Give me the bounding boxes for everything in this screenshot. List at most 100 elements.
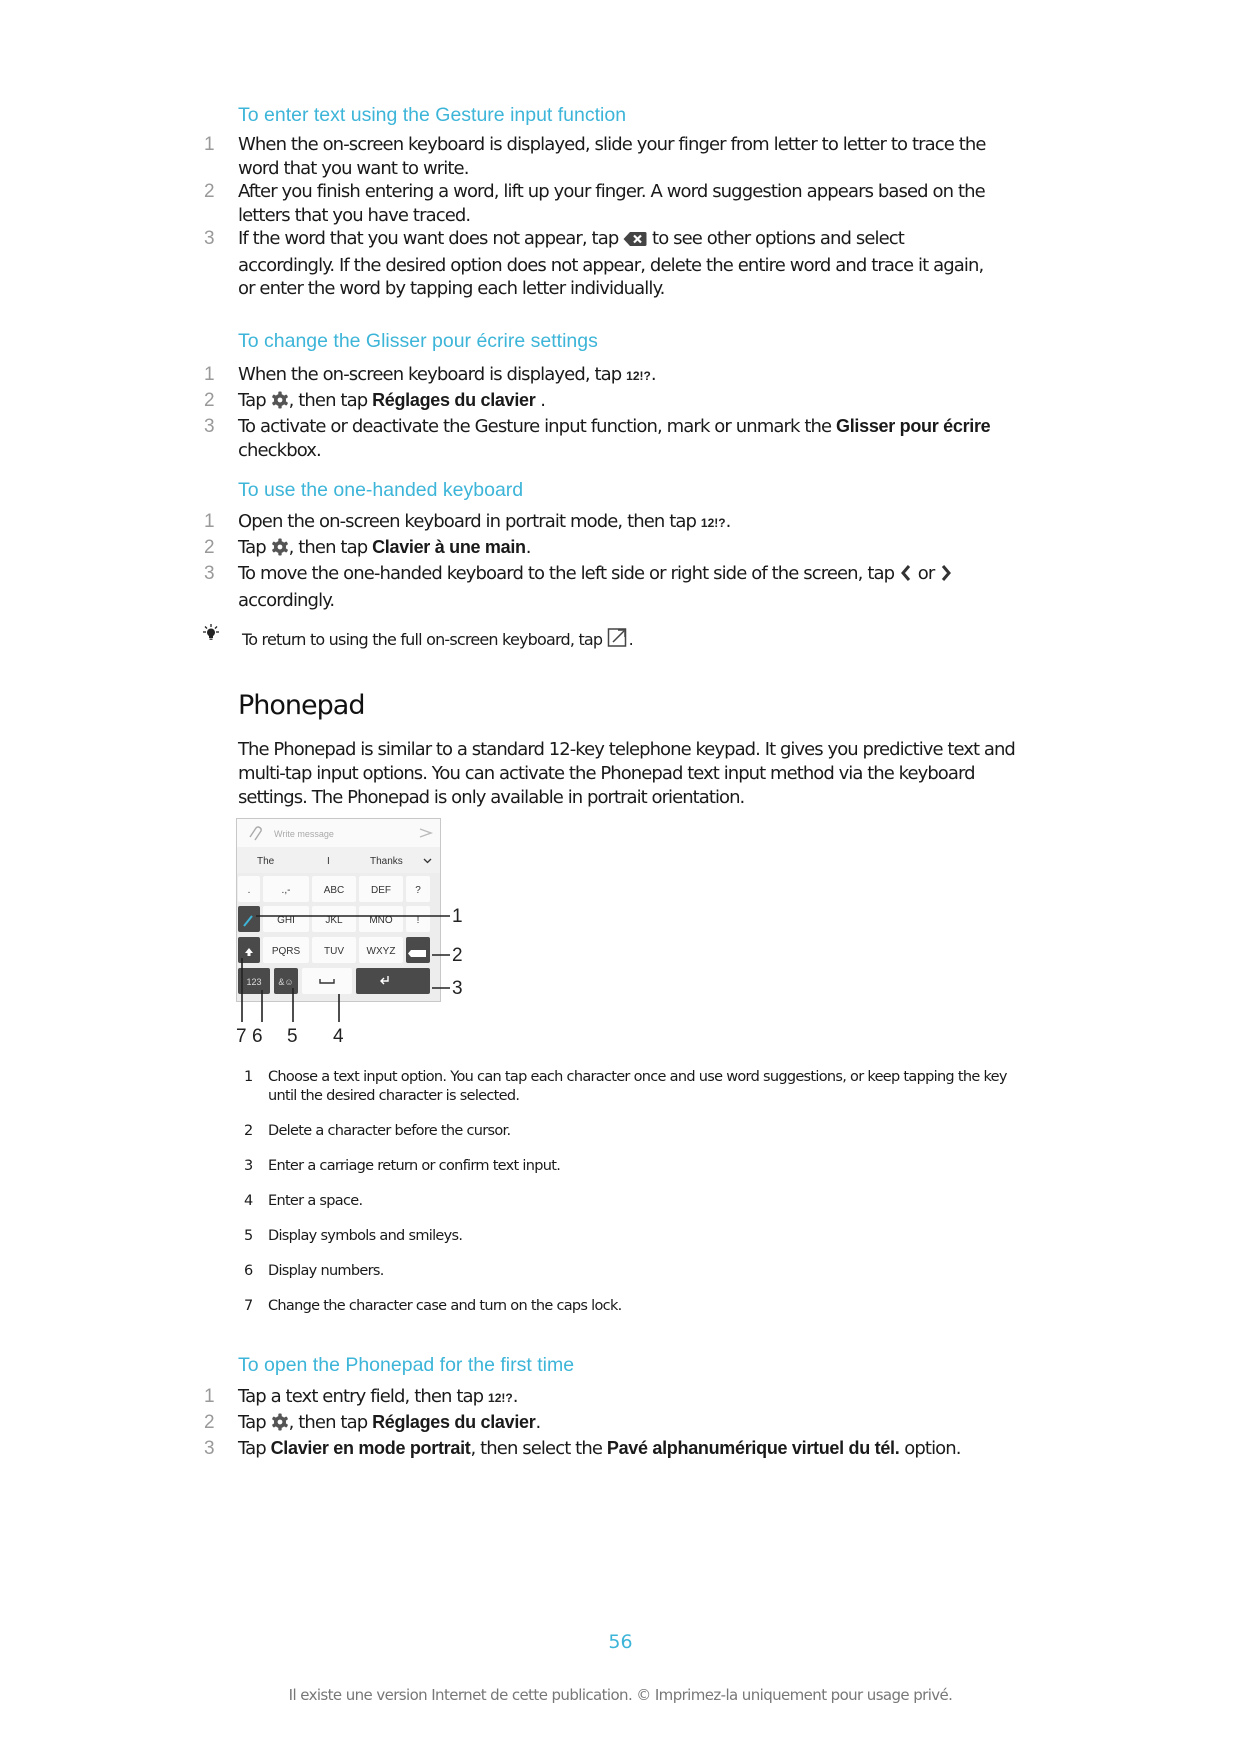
- symbols-key-label: 12!?: [626, 369, 651, 383]
- legend-item: 2 Delete a character before the cursor.: [240, 1122, 1030, 1141]
- key-label: DEF: [371, 885, 391, 896]
- key-label: .,-: [282, 885, 291, 896]
- legend-text: Display numbers.: [268, 1263, 384, 1279]
- keyboard-key: [302, 968, 352, 994]
- step-item: 1 When the on-screen keyboard is display…: [200, 133, 1000, 180]
- step-text: Tap: [238, 536, 267, 558]
- legend-text: Enter a space.: [268, 1193, 363, 1209]
- figure-legend: 1 Choose a text input option. You can tap…: [240, 1068, 1030, 1332]
- section-title-phonepad: Phonepad: [238, 690, 365, 721]
- step-text: After you finish entering a word, lift u…: [238, 181, 986, 226]
- step-text: If the word that you want does not appea…: [238, 228, 619, 249]
- menu-option-clavier-a-une-main: Clavier à une main: [372, 536, 526, 557]
- phonepad-keyboard-figure: Write message The I Thanks . .,- ABC DEF? GH…: [236, 818, 476, 1048]
- page-number: 56: [608, 1631, 633, 1653]
- step-text: or: [917, 563, 936, 584]
- step-number: 3: [204, 1438, 215, 1459]
- step-text: , then select the: [470, 1438, 603, 1459]
- manual-page: To enter text using the Gesture input fu…: [0, 0, 1241, 1754]
- step-number: 1: [204, 1386, 215, 1407]
- step-text: .: [650, 364, 657, 385]
- step-text: Open the on-screen keyboard in portrait …: [238, 511, 697, 532]
- step-item: 1 When the on-screen keyboard is display…: [200, 363, 1000, 389]
- legend-item: 3 Enter a carriage return or confirm text…: [240, 1157, 1030, 1176]
- legend-number: 7: [244, 1298, 253, 1314]
- tip-text-pre: To return to using the full on-screen ke…: [242, 630, 603, 649]
- callout-number: 1: [452, 906, 463, 927]
- step-text: Tap: [238, 1438, 267, 1459]
- step-number: 1: [204, 364, 215, 385]
- phonepad-description: The Phonepad is similar to a standard 12…: [238, 739, 1016, 808]
- legend-item: 4 Enter a space.: [240, 1192, 1030, 1211]
- legend-text: Display symbols and smileys.: [268, 1228, 463, 1244]
- page-footer: Il existe une version Internet de cette …: [288, 1686, 953, 1704]
- callout-number: 6: [252, 1026, 263, 1047]
- step-text: .: [512, 1386, 519, 1407]
- backspace-icon: [623, 230, 647, 254]
- key-label: TUV: [324, 946, 344, 957]
- steps-one-handed: 1 Open the on-screen keyboard in portrai…: [200, 510, 1000, 612]
- legend-text: Choose a text input option. You can tap …: [268, 1069, 1007, 1104]
- step-item: 3 To activate or deactivate the Gesture …: [200, 415, 1000, 462]
- step-item: 3 To move the one-handed keyboard to the…: [200, 562, 1000, 612]
- steps-gesture-input: 1 When the on-screen keyboard is display…: [200, 133, 1000, 301]
- callout-number: 7: [236, 1026, 247, 1047]
- expand-icon: [607, 626, 629, 652]
- keyboard-key: [356, 968, 430, 994]
- step-item: 2 Tap , then tap Clavier à une main.: [200, 536, 1000, 563]
- step-item: 3 If the word that you want does not app…: [200, 227, 1000, 301]
- checkbox-label-glisser-pour-ecrire: Glisser pour écrire: [836, 416, 991, 436]
- step-item: 2 After you finish entering a word, lift…: [200, 180, 1000, 227]
- step-text: To move the one-handed keyboard to the l…: [238, 563, 895, 584]
- step-item: 3 Tap Clavier en mode portrait, then sel…: [200, 1437, 1000, 1461]
- step-text: When the on-screen keyboard is displayed…: [238, 134, 986, 179]
- step-number: 2: [204, 389, 215, 411]
- callout-number: 2: [452, 945, 463, 966]
- chevron-right-icon: [939, 564, 953, 589]
- callout-number: 5: [287, 1026, 298, 1047]
- section-heading-one-handed: To use the one-handed keyboard: [238, 479, 524, 501]
- legend-text: Change the character case and turn on th…: [268, 1298, 622, 1314]
- suggestion-word: I: [327, 856, 330, 867]
- backspace-icon: [408, 950, 426, 957]
- key-label: ABC: [324, 885, 345, 896]
- key-label: PQRS: [272, 946, 301, 957]
- key-label: &☺: [278, 977, 293, 987]
- section-heading-glisser-settings: To change the Glisser pour écrire settin…: [238, 330, 598, 352]
- steps-open-phonepad: 1 Tap a text entry field, then tap 12!?.…: [200, 1385, 1000, 1461]
- step-text: Tap: [238, 1411, 267, 1433]
- step-number: 1: [204, 511, 215, 532]
- legend-number: 5: [244, 1228, 253, 1244]
- callout-number: 4: [333, 1026, 344, 1047]
- step-number: 2: [204, 1411, 215, 1433]
- key-label: .: [248, 885, 251, 896]
- legend-number: 2: [244, 1123, 253, 1139]
- step-number: 3: [204, 416, 215, 437]
- step-item: 1 Tap a text entry field, then tap 12!?.: [200, 1385, 1000, 1411]
- section-heading-gesture-input: To enter text using the Gesture input fu…: [238, 104, 627, 126]
- menu-option-clavier-en-mode-portrait: Clavier en mode portrait: [270, 1438, 471, 1458]
- callout-number: 3: [452, 978, 463, 999]
- suggestion-word: The: [257, 856, 275, 867]
- step-text: To activate or deactivate the Gesture in…: [238, 416, 832, 437]
- step-text: option.: [904, 1438, 961, 1459]
- step-text: , then tap: [288, 536, 369, 558]
- lightbulb-icon: [200, 624, 222, 648]
- message-bar: [237, 819, 440, 847]
- tip-text: To return to using the full on-screen ke…: [242, 626, 634, 652]
- menu-option-reglages-du-clavier: Réglages du clavier: [372, 389, 536, 410]
- legend-text: Enter a carriage return or confirm text …: [268, 1158, 561, 1174]
- step-text: Tap: [238, 389, 267, 411]
- section-heading-open-phonepad: To open the Phonepad for the first time: [238, 1354, 575, 1376]
- legend-item: 7 Change the character case and turn on t…: [240, 1297, 1030, 1316]
- step-text: .: [525, 536, 532, 558]
- step-item: 2 Tap , then tap Réglages du clavier .: [200, 389, 1000, 416]
- step-number: 3: [204, 563, 215, 584]
- legend-text: Delete a character before the cursor.: [268, 1123, 511, 1139]
- legend-number: 3: [244, 1158, 253, 1174]
- gear-icon: [271, 391, 289, 416]
- steps-glisser-settings: 1 When the on-screen keyboard is display…: [200, 363, 1000, 462]
- legend-item: 5 Display symbols and smileys.: [240, 1227, 1030, 1246]
- menu-option-reglages-du-clavier: Réglages du clavier: [372, 1411, 536, 1432]
- step-item: 1 Open the on-screen keyboard in portrai…: [200, 510, 1000, 536]
